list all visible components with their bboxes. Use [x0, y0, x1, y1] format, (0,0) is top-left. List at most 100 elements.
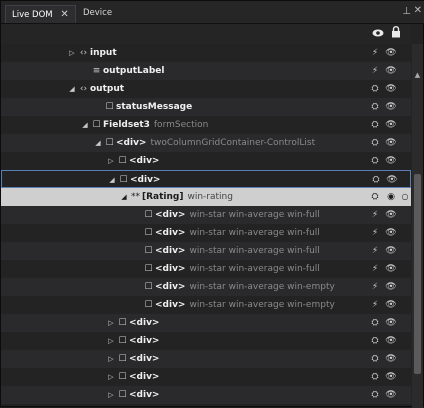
scrollbar-thumb[interactable]	[414, 174, 421, 374]
tree-row[interactable]: ◢ ☐ <div> twoColumnGridContainer-ControlLis…	[1, 134, 411, 152]
expand-arrow-icon[interactable]: ▷	[106, 350, 116, 368]
event-icon[interactable]: ⚡	[369, 62, 381, 80]
tab-device[interactable]: Device	[77, 5, 118, 22]
tree-row[interactable]: ▷☐<div>⛭👁	[1, 350, 411, 368]
visibility-eye-icon[interactable]: 👁	[385, 62, 397, 80]
tree-row[interactable]: ▷☐<div>⛭👁	[1, 368, 411, 386]
tab-live-dom[interactable]: Live DOM ✕	[5, 5, 76, 23]
panel-close-icon[interactable]: ✕	[414, 5, 422, 16]
expand-arrow-icon[interactable]: ▷	[106, 332, 116, 350]
expand-arrow-icon[interactable]: ▷	[106, 386, 116, 404]
tree-row[interactable]: ▷☐<div>⛭👁	[1, 152, 411, 170]
visibility-eye-icon[interactable]: 👁	[385, 368, 397, 386]
settings-icon[interactable]: ⛭	[369, 80, 381, 98]
node-type-icon: ☐	[105, 102, 114, 112]
settings-icon[interactable]: ⛭	[369, 404, 381, 408]
event-icon[interactable]: ⚡	[369, 260, 381, 278]
event-icon[interactable]: ⚡	[369, 296, 381, 314]
settings-icon[interactable]: ⛭	[369, 350, 381, 368]
node-tag: <div>	[129, 156, 160, 166]
tree-row[interactable]: ▷☐<div> ⛭👁	[1, 386, 411, 404]
visibility-eye-icon[interactable]: 👁	[385, 80, 397, 98]
visibility-eye-icon[interactable]: 👁	[385, 260, 397, 278]
event-icon[interactable]: ⚡	[369, 206, 381, 224]
event-icon[interactable]: ⚡	[369, 44, 381, 62]
node-tag: <div>	[129, 390, 160, 400]
node-class: win-star win-average win-full	[189, 210, 320, 220]
tree-row[interactable]: ☐ <div> win-star win-average win-full ⚡ 👁	[1, 242, 411, 260]
expand-arrow-icon[interactable]: ◢	[67, 80, 77, 98]
visibility-eye-icon[interactable]: 👁	[385, 152, 397, 170]
tree-row[interactable]: ☐ <div> win-star win-average win-full ⚡ 👁	[1, 260, 411, 278]
node-tag: input	[90, 48, 117, 58]
visibility-eye-icon[interactable]: 👁	[385, 224, 397, 242]
event-icon[interactable]: ⚡	[369, 242, 381, 260]
tree-row[interactable]: ◢ ☐ Fieldset3 formSection ⛭ 👁	[1, 116, 411, 134]
visibility-eye-icon[interactable]: 👁	[385, 296, 397, 314]
expand-arrow-icon[interactable]: ▷	[67, 44, 77, 62]
visibility-eye-icon[interactable]: 👁	[386, 171, 398, 189]
tree-row[interactable]: ◢ ‹› output ⛭ 👁	[1, 80, 411, 98]
node-type-icon: ☐	[118, 372, 127, 382]
visibility-eye-icon[interactable]: 👁	[385, 332, 397, 350]
radio-icon[interactable]: ○	[399, 188, 411, 206]
tree-row[interactable]: ◢ ☐ <div> ⛭ 👁	[1, 170, 411, 188]
node-class: win-star win-average win-empty	[189, 300, 335, 310]
scroll-up-icon[interactable]: ▲	[414, 70, 421, 80]
event-icon[interactable]: ⚡	[369, 224, 381, 242]
node-type-icon: ☐	[118, 390, 127, 400]
visibility-eye-icon[interactable]: 👁	[385, 278, 397, 296]
expand-arrow-icon[interactable]: ◢	[119, 188, 129, 206]
tree-row[interactable]: ▷ ‹› input ⚡ 👁	[1, 44, 411, 62]
expand-arrow-icon[interactable]: ▷	[106, 314, 116, 332]
lock-icon[interactable]	[391, 26, 401, 38]
tree-row[interactable]: ▷☐<div>⛭👁	[1, 404, 411, 408]
tree-row[interactable]: ☐ <div> win-star win-average win-full ⚡ 👁	[1, 224, 411, 242]
visibility-eye-icon[interactable]: 👁	[385, 404, 397, 408]
tree-row[interactable]: ☐ <div> win-star win-average win-empty ⚡ 👁	[1, 296, 411, 314]
node-type-icon: ☐	[116, 404, 129, 408]
settings-icon[interactable]: ⛭	[369, 152, 381, 170]
node-type-icon: **	[131, 192, 140, 202]
tree-row[interactable]: ≡ outputLabel ⚡ 👁	[1, 62, 411, 80]
node-type-icon: ☐	[118, 336, 127, 346]
visibility-eye-icon[interactable]: ◉	[385, 188, 397, 206]
visibility-eye-icon[interactable]: 👁	[385, 386, 397, 404]
visibility-eye-icon[interactable]: 👁	[385, 116, 397, 134]
visibility-eye-icon[interactable]: 👁	[385, 98, 397, 116]
tree-row[interactable]: ☐ <div> win-star win-average win-full ⚡ 👁	[1, 206, 411, 224]
settings-icon[interactable]: ⛭	[369, 332, 381, 350]
expand-arrow-icon[interactable]: ▷	[106, 404, 116, 408]
visibility-eye-icon[interactable]: 👁	[385, 134, 397, 152]
event-icon[interactable]: ⚡	[369, 278, 381, 296]
visibility-eye-icon[interactable]: 👁	[385, 314, 397, 332]
tree-row[interactable]: ▷☐<div>⛭👁	[1, 332, 411, 350]
eye-icon[interactable]	[372, 28, 384, 38]
tree-row[interactable]: ◢ ** [Rating] win-rating ⛭ ◉ ○	[1, 188, 411, 206]
close-icon[interactable]: ✕	[60, 9, 68, 20]
settings-icon[interactable]: ⛭	[369, 386, 381, 404]
visibility-eye-icon[interactable]: 👁	[385, 242, 397, 260]
settings-icon[interactable]: ⛭	[370, 171, 382, 189]
expand-arrow-icon[interactable]: ◢	[80, 116, 90, 134]
visibility-eye-icon[interactable]: 👁	[385, 206, 397, 224]
settings-icon[interactable]: ⛭	[369, 116, 381, 134]
settings-icon[interactable]: ⛭	[369, 188, 381, 206]
tree-row[interactable]: ☐ <div> win-star win-average win-empty ⚡ 👁	[1, 278, 411, 296]
expand-arrow-icon[interactable]: ◢	[107, 171, 117, 189]
settings-icon[interactable]: ⛭	[369, 368, 381, 386]
scrollbar[interactable]: ▲	[412, 44, 423, 408]
expand-arrow-icon[interactable]: ▷	[106, 152, 116, 170]
node-type-icon: ☐	[105, 138, 114, 148]
settings-icon[interactable]: ⛭	[369, 134, 381, 152]
expand-arrow-icon[interactable]: ◢	[93, 134, 103, 152]
node-tag: Fieldset3	[103, 120, 150, 130]
expand-arrow-icon[interactable]: ▷	[106, 368, 116, 386]
pin-icon[interactable]: ⊥	[402, 6, 411, 17]
visibility-eye-icon[interactable]: 👁	[385, 350, 397, 368]
tree-row[interactable]: ▷☐<div>⛭👁	[1, 314, 411, 332]
settings-icon[interactable]: ⛭	[369, 98, 381, 116]
tree-row[interactable]: ☐ statusMessage ⛭ 👁	[1, 98, 411, 116]
visibility-eye-icon[interactable]: 👁	[385, 44, 397, 62]
settings-icon[interactable]: ⛭	[369, 314, 381, 332]
